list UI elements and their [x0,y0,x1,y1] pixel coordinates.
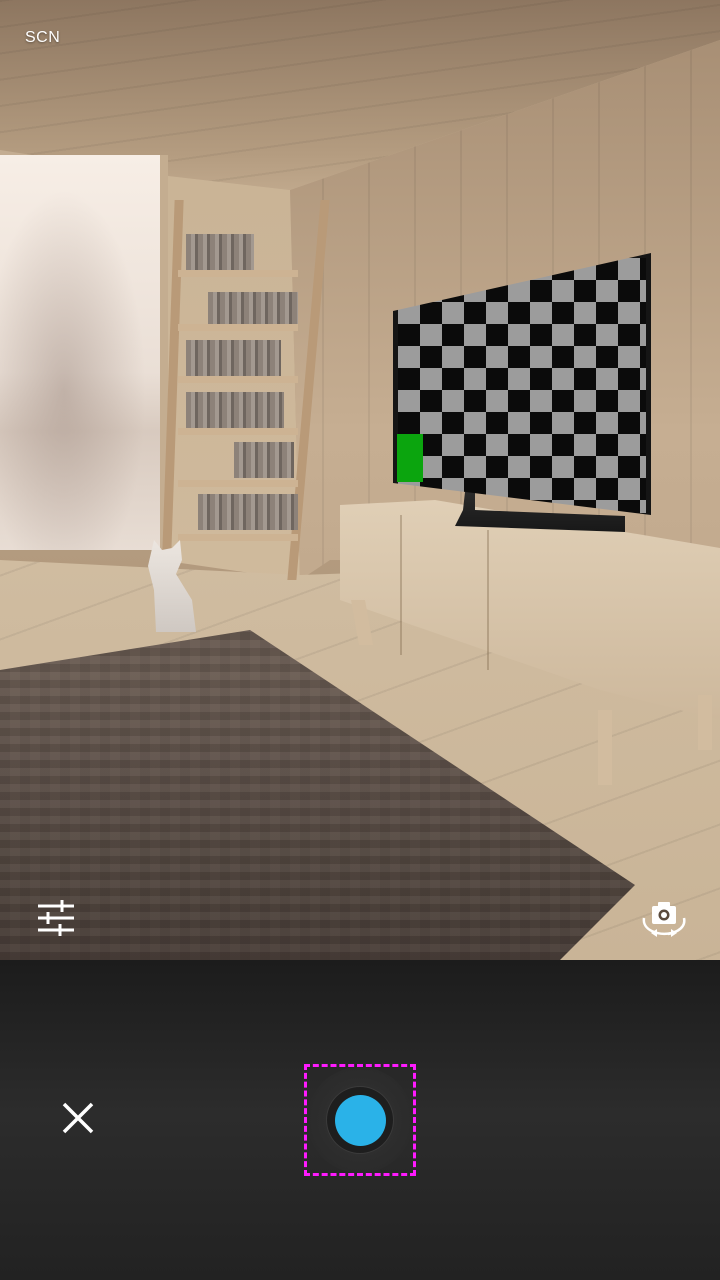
camera-viewfinder[interactable]: SCN [0,0,720,960]
shutter-dot-icon [334,1094,386,1146]
camera-rotate-icon [642,902,686,937]
shutter-focus-outline [304,1064,416,1176]
sliders-icon [38,900,74,936]
shutter-ring [327,1087,393,1153]
scene-bookshelf [161,200,330,580]
close-icon [62,1102,94,1134]
switch-camera-button[interactable] [638,896,690,940]
scene-window [0,155,168,550]
camera-control-bar [0,960,720,1280]
shutter-button[interactable] [307,1067,413,1173]
scene-tv-green-marker [397,434,423,482]
close-button[interactable] [56,1096,100,1140]
camera-app: SCN [0,0,720,1280]
scene-mode-label[interactable]: SCN [25,29,60,47]
settings-button[interactable] [34,896,78,940]
